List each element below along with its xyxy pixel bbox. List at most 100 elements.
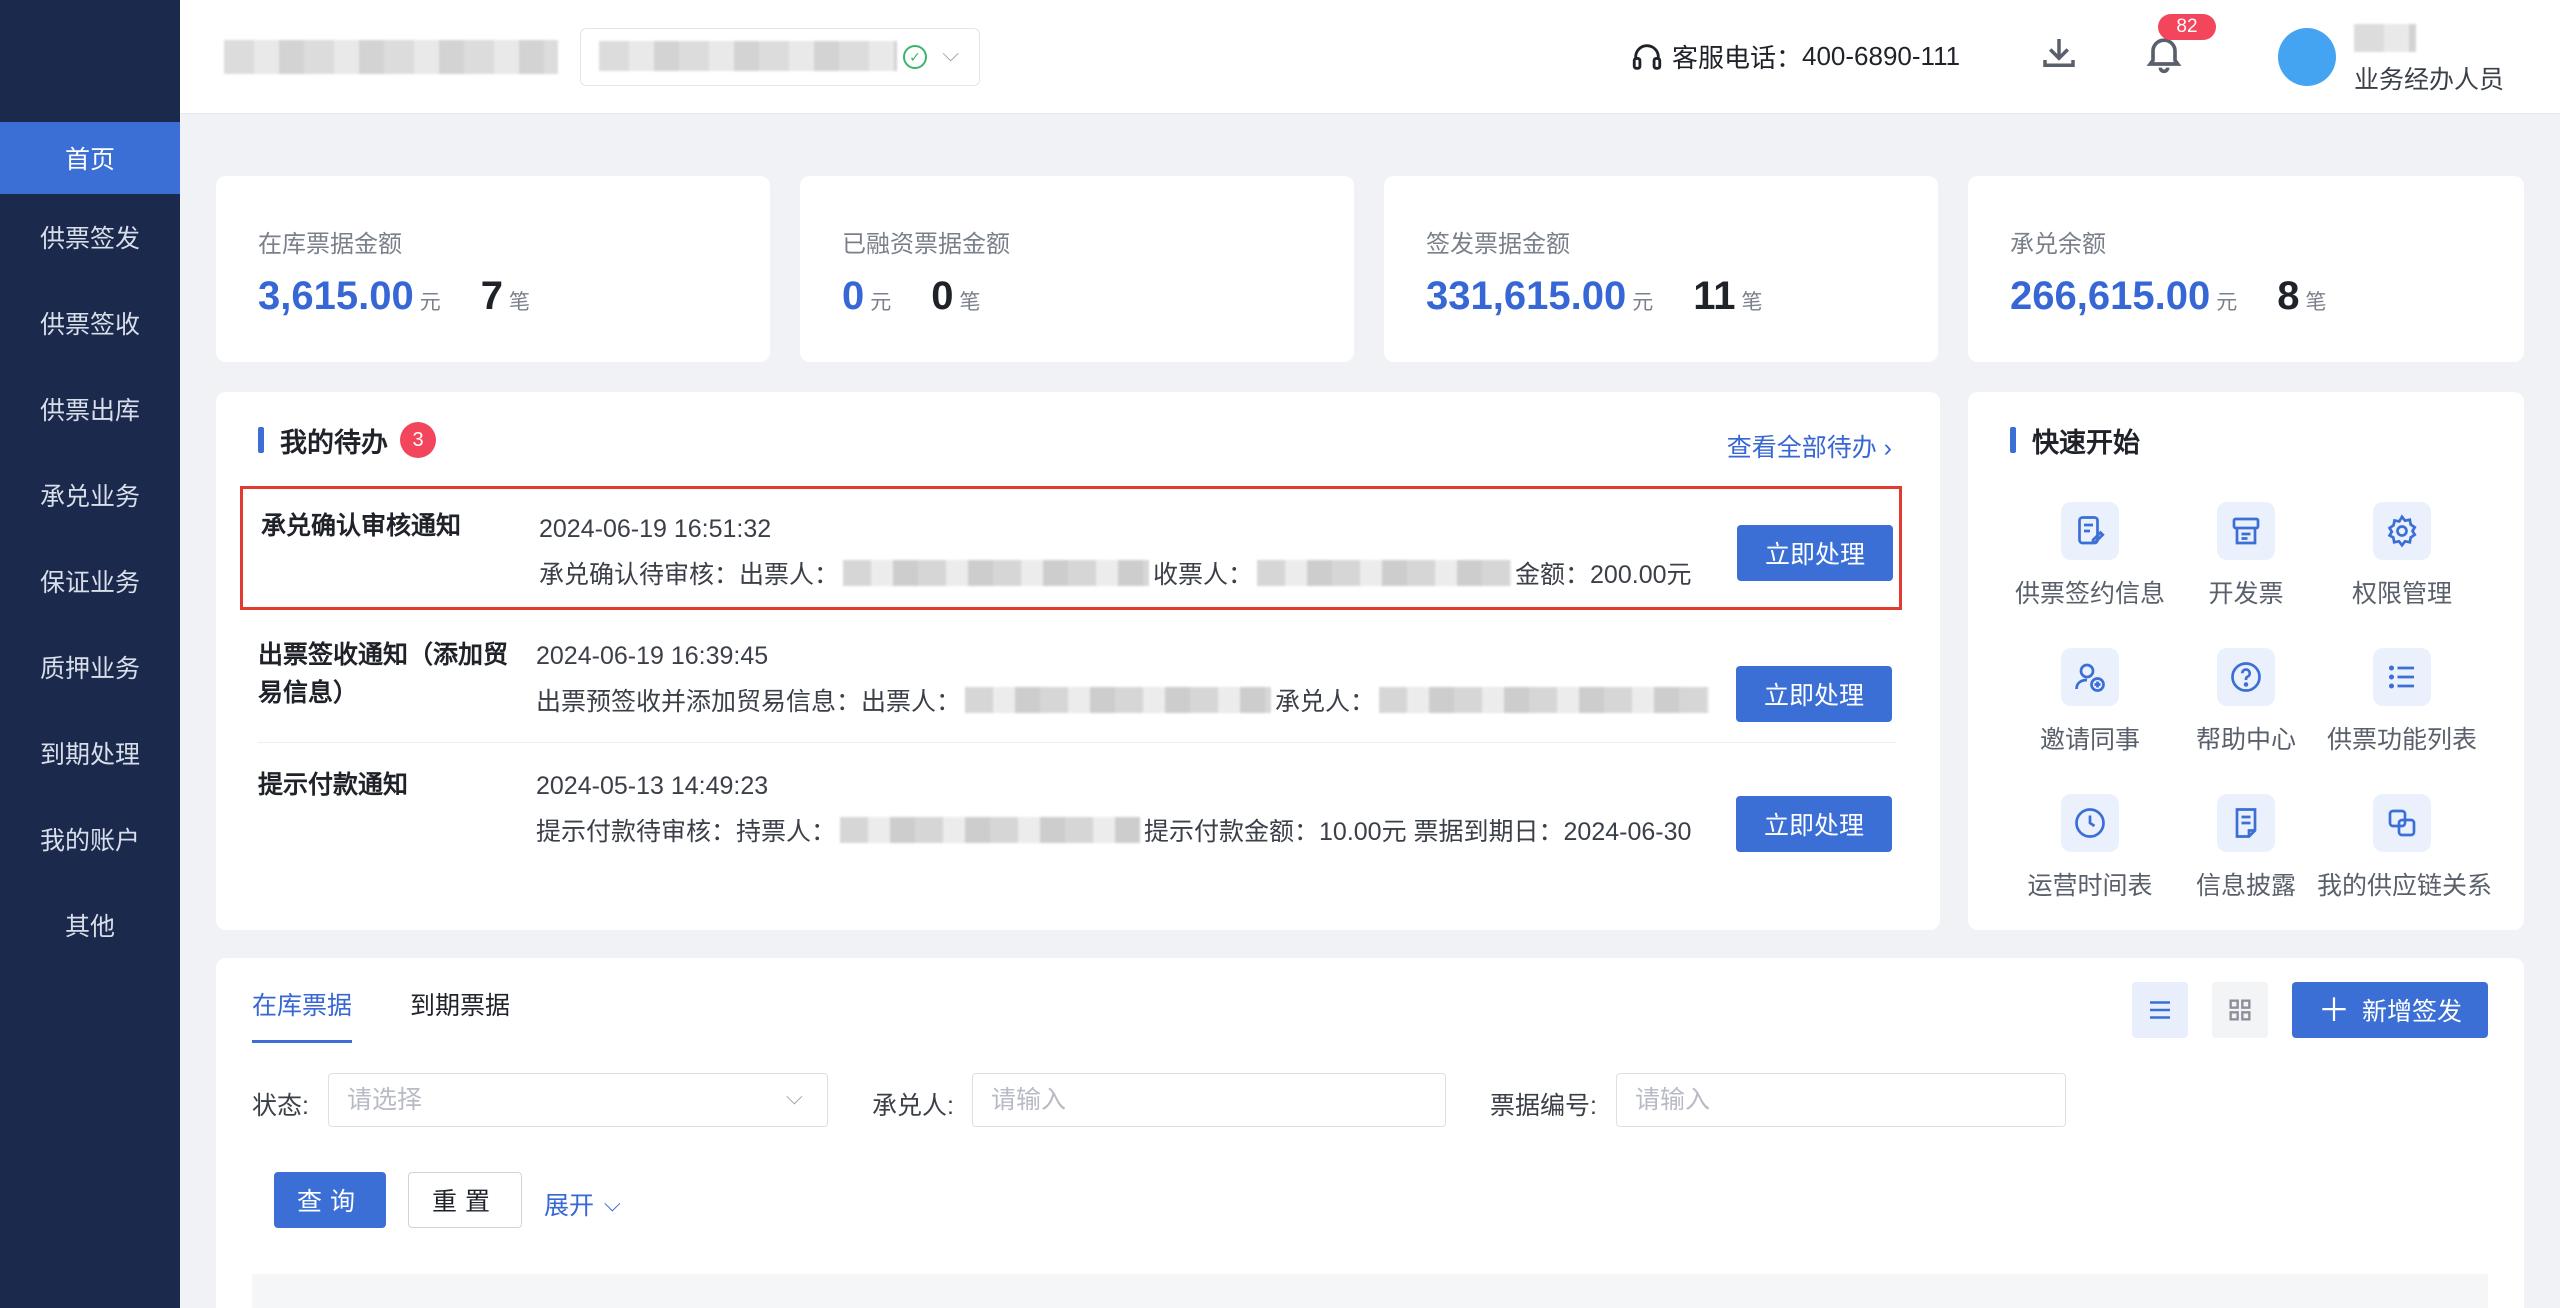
quick-start-item-contract[interactable]: 供票签约信息 — [2005, 502, 2175, 610]
sidebar-item-bill-receive[interactable]: 供票签收 — [0, 280, 180, 366]
todo-desc-mid: 收票人： — [1153, 561, 1254, 589]
drawer-redacted — [843, 560, 1150, 586]
process-now-button[interactable]: 立即处理 — [1736, 796, 1892, 852]
status-select[interactable] — [328, 1073, 828, 1127]
view-all-todos-link[interactable]: 查看全部待办 › — [1727, 428, 1892, 464]
quick-start-item-invite[interactable]: 邀请同事 — [2005, 648, 2175, 756]
tab-matured-bills[interactable]: 到期票据 — [410, 986, 510, 1022]
expand-label: 展开 — [544, 1192, 595, 1220]
todo-desc-prefix: 出票预签收并添加贸易信息：出票人： — [536, 688, 962, 716]
top-header: ✓ ⌵ 客服电话： 400-6890-111 82 业务经办人员 — [180, 0, 2560, 114]
stat-unit: 元 — [419, 291, 441, 314]
stat-count: 8 — [2277, 274, 2300, 318]
reset-button[interactable]: 重置 — [408, 1172, 522, 1228]
todo-desc-suffix: 提示付款金额：10.00元 票据到期日：2024-06-30 — [1144, 818, 1692, 846]
todo-item: 承兑确认审核通知 2024-06-19 16:51:32 承兑确认待审核：出票人… — [240, 486, 1902, 610]
stat-card-inventory: 在库票据金额 3,615.00 元 7 笔 — [216, 176, 770, 362]
todo-item-desc: 出票预签收并添加贸易信息：出票人： 承兑人： — [536, 682, 1722, 718]
quick-start-title-text: 快速开始 — [2032, 427, 2140, 458]
drawer-redacted — [965, 687, 1272, 713]
quick-start-item-schedule[interactable]: 运营时间表 — [2005, 794, 2175, 902]
todo-item-desc: 承兑确认待审核：出票人： 收票人： 金额：200.00元 — [539, 555, 1692, 591]
list-icon — [2373, 648, 2431, 706]
todo-panel: 我的待办 3 查看全部待办 › 承兑确认审核通知 2024-06-19 16:5… — [216, 392, 1940, 930]
clock-icon — [2061, 794, 2119, 852]
stat-amount: 266,615.00 — [2010, 274, 2211, 318]
expand-filters-toggle[interactable]: 展开 ⌵ — [544, 1186, 621, 1222]
invoice-icon — [2217, 502, 2275, 560]
stat-unit: 元 — [2216, 291, 2238, 314]
todo-item-title: 出票签收通知（添加贸易信息） — [258, 641, 509, 707]
stat-label: 已融资票据金额 — [842, 231, 1010, 258]
avatar[interactable] — [2278, 28, 2336, 86]
tab-in-stock-bills[interactable]: 在库票据 — [252, 986, 352, 1022]
todo-desc-mid: 承兑人： — [1275, 688, 1376, 716]
username-redacted — [2354, 24, 2416, 52]
stat-count: 7 — [480, 274, 503, 318]
todo-item-desc: 提示付款待审核：持票人： 提示付款金额：10.00元 票据到期日：2024-06… — [536, 812, 1691, 848]
todo-item-time: 2024-06-19 16:51:32 — [539, 515, 772, 543]
sidebar-item-bill-outbound[interactable]: 供票出库 — [0, 366, 180, 452]
todo-item: 出票签收通知（添加贸易信息） 2024-06-19 16:39:45 出票预签收… — [240, 636, 1902, 746]
quick-start-label: 帮助中心 — [2195, 726, 2296, 754]
sidebar-item-other[interactable]: 其他 — [0, 882, 180, 968]
check-circle-icon: ✓ — [903, 45, 927, 69]
sidebar-item-acceptance[interactable]: 承兑业务 — [0, 452, 180, 538]
quick-start-item-disclosure[interactable]: 信息披露 — [2161, 794, 2331, 902]
stat-unit: 元 — [1632, 291, 1654, 314]
sidebar-item-guarantee[interactable]: 保证业务 — [0, 538, 180, 624]
sidebar-item-pledge[interactable]: 质押业务 — [0, 624, 180, 710]
bill-number-label: 票据编号: — [1490, 1092, 1597, 1120]
sidebar-item-bill-issue[interactable]: 供票签发 — [0, 194, 180, 280]
view-all-label: 查看全部待办 — [1726, 434, 1877, 462]
process-now-button[interactable]: 立即处理 — [1737, 525, 1893, 581]
bill-number-input[interactable] — [1616, 1073, 2066, 1127]
table-header — [252, 1274, 2488, 1308]
stat-count-unit: 笔 — [508, 291, 530, 314]
quick-start-label: 我的供应链关系 — [2317, 872, 2493, 900]
todo-item-time: 2024-06-19 16:39:45 — [536, 642, 769, 670]
todo-title-text: 我的待办 — [280, 427, 388, 458]
download-icon[interactable] — [2038, 32, 2080, 74]
todo-desc-prefix: 承兑确认待审核：出票人： — [539, 561, 840, 589]
stat-label: 承兑余额 — [2010, 231, 2106, 258]
customer-hotline: 客服电话： 400-6890-111 — [1630, 38, 1960, 75]
org-selector[interactable]: ✓ ⌵ — [580, 28, 980, 86]
todo-desc-suffix: 金额：200.00元 — [1515, 561, 1692, 589]
chevron-right-icon: › — [1883, 434, 1892, 462]
headset-icon — [1632, 43, 1662, 70]
query-button[interactable]: 查询 — [274, 1172, 386, 1228]
quick-start-title: 快速开始 — [2010, 420, 2140, 460]
chevron-down-icon: ⌵ — [942, 41, 959, 66]
todo-title: 我的待办 3 — [258, 420, 436, 460]
holder-redacted — [840, 817, 1141, 843]
quick-start-item-help[interactable]: 帮助中心 — [2161, 648, 2331, 756]
stat-card-issued: 签发票据金额 331,615.00 元 11 笔 — [1384, 176, 1938, 362]
quick-start-label: 供票功能列表 — [2326, 726, 2477, 754]
list-view-toggle[interactable] — [2132, 982, 2188, 1038]
quick-start-panel: 快速开始 供票签约信息 开发票 权限管理 邀请同事 帮助中心 供票功能列表 运营… — [1968, 392, 2524, 930]
acceptor-redacted — [1379, 687, 1710, 713]
quick-start-label: 信息披露 — [2195, 872, 2296, 900]
process-now-button[interactable]: 立即处理 — [1736, 666, 1892, 722]
sidebar-item-my-account[interactable]: 我的账户 — [0, 796, 180, 882]
todo-count-badge: 3 — [400, 422, 436, 458]
link-copy-icon — [2373, 794, 2431, 852]
sidebar-item-maturity[interactable]: 到期处理 — [0, 710, 180, 796]
add-issue-button[interactable]: ＋ 新增签发 — [2292, 982, 2488, 1038]
sidebar-item-home[interactable]: 首页 — [0, 122, 180, 194]
quick-start-item-feature-list[interactable]: 供票功能列表 — [2317, 648, 2487, 756]
acceptor-input[interactable] — [972, 1073, 1446, 1127]
row-divider — [258, 742, 1896, 743]
quick-start-item-permissions[interactable]: 权限管理 — [2317, 502, 2487, 610]
quick-start-item-supply-chain[interactable]: 我的供应链关系 — [2317, 794, 2493, 902]
quick-start-label: 邀请同事 — [2039, 726, 2140, 754]
quick-start-item-invoice[interactable]: 开发票 — [2161, 502, 2331, 610]
quick-start-label: 运营时间表 — [2027, 872, 2153, 900]
grid-view-toggle[interactable] — [2212, 982, 2268, 1038]
chevron-down-icon: ⌵ — [604, 1191, 621, 1216]
todo-item-title: 提示付款通知 — [258, 771, 409, 799]
sidebar: 首页 供票签发 供票签收 供票出库 承兑业务 保证业务 质押业务 到期处理 我的… — [0, 0, 180, 1308]
title-accent-bar — [2010, 427, 2016, 453]
acceptor-label: 承兑人: — [872, 1092, 954, 1120]
